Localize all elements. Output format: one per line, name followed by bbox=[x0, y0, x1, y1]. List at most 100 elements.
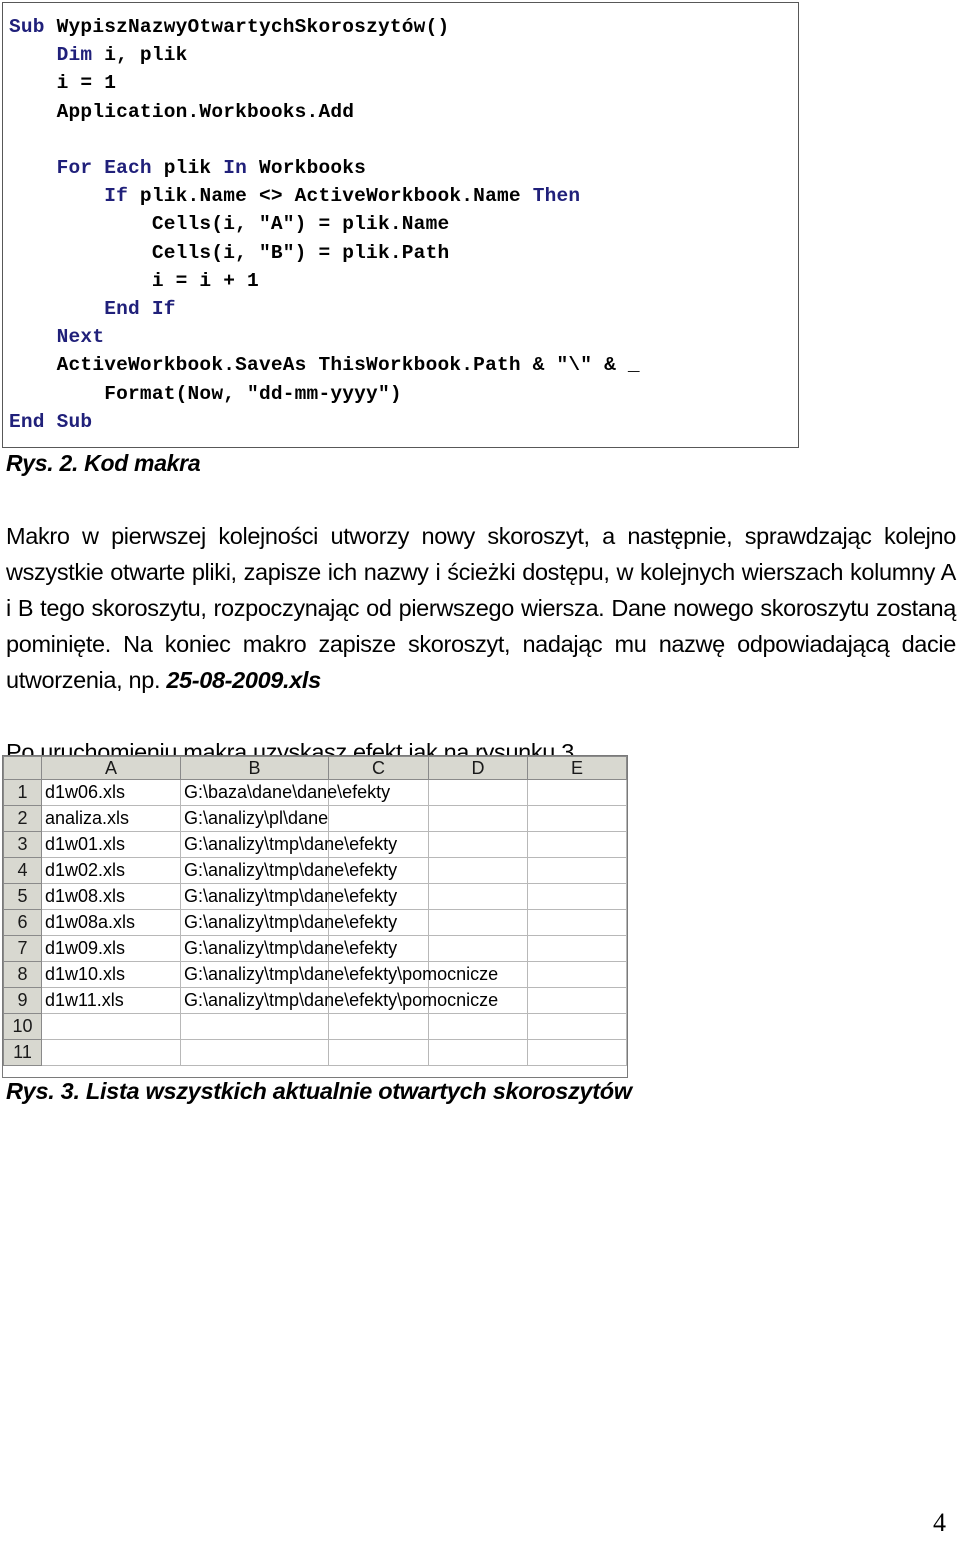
figure-3-caption: Rys. 3. Lista wszystkich aktualnie otwar… bbox=[6, 1078, 632, 1104]
cell-text: G:\analizy\tmp\dane\efekty bbox=[184, 938, 398, 958]
corner-cell[interactable] bbox=[3, 756, 42, 780]
cell-E7[interactable] bbox=[527, 935, 627, 962]
sheet-row: 10 bbox=[3, 1013, 627, 1040]
cell-A3[interactable]: d1w01.xls bbox=[41, 831, 181, 858]
row-header-4[interactable]: 4 bbox=[3, 857, 42, 884]
cell-A2[interactable]: analiza.xls bbox=[41, 805, 181, 832]
cell-A10[interactable] bbox=[41, 1013, 181, 1040]
cell-B7[interactable]: G:\analizy\tmp\dane\efekty bbox=[180, 935, 397, 962]
code-line: i = 1 bbox=[56, 72, 117, 95]
row-header-11[interactable]: 11 bbox=[3, 1039, 42, 1066]
code-line: For Each plik In Workbooks bbox=[56, 157, 367, 179]
sheet-row: 3 d1w01.xls G:\analizy\tmp\dane\efekty bbox=[3, 831, 627, 858]
cell-A8[interactable]: d1w10.xls bbox=[41, 961, 181, 988]
macro-code-figure: Sub WypiszNazwyOtwartychSkoroszytów() Di… bbox=[2, 2, 799, 448]
cell-B8[interactable]: G:\analizy\tmp\dane\efekty\pomocnicze bbox=[180, 961, 498, 988]
cell-C11[interactable] bbox=[328, 1039, 429, 1066]
cell-A7[interactable]: d1w09.xls bbox=[41, 935, 181, 962]
cell-D7[interactable] bbox=[428, 935, 528, 962]
cell-B11[interactable] bbox=[180, 1039, 329, 1066]
cell-D4[interactable] bbox=[428, 857, 528, 884]
cell-B9[interactable]: G:\analizy\tmp\dane\efekty\pomocnicze bbox=[180, 987, 498, 1014]
cell-A6[interactable]: d1w08a.xls bbox=[41, 909, 181, 936]
cell-C2[interactable] bbox=[328, 805, 429, 832]
cell-A4[interactable]: d1w02.xls bbox=[41, 857, 181, 884]
sheet-row: 2 analiza.xls G:\analizy\pl\dane bbox=[3, 805, 627, 832]
column-header-d[interactable]: D bbox=[428, 756, 528, 780]
row-header-3[interactable]: 3 bbox=[3, 831, 42, 858]
cell-B10[interactable] bbox=[180, 1013, 329, 1040]
cell-text: G:\baza\dane\dane\efekty bbox=[184, 782, 391, 802]
code-line: End If bbox=[9, 298, 176, 320]
row-header-2[interactable]: 2 bbox=[3, 805, 42, 832]
cell-D11[interactable] bbox=[428, 1039, 528, 1066]
cell-text: G:\analizy\pl\dane bbox=[184, 808, 329, 828]
cell-E8[interactable] bbox=[527, 961, 627, 988]
cell-B6[interactable]: G:\analizy\tmp\dane\efekty bbox=[180, 909, 397, 936]
code-keyword: End If bbox=[104, 298, 176, 321]
code-line: i = i + 1 bbox=[151, 269, 259, 292]
code-keyword: In bbox=[223, 157, 248, 179]
row-header-7[interactable]: 7 bbox=[3, 935, 42, 962]
code-line: Dim i, plik bbox=[56, 44, 188, 67]
sheet-row: 5 d1w08.xls G:\analizy\tmp\dane\efekty bbox=[3, 883, 627, 910]
cell-B3[interactable]: G:\analizy\tmp\dane\efekty bbox=[180, 831, 397, 858]
cell-B1[interactable]: G:\baza\dane\dane\efekty bbox=[180, 779, 390, 806]
cell-E4[interactable] bbox=[527, 857, 627, 884]
paragraph-macro-description: Makro w pierwszej kolejności utworzy now… bbox=[6, 518, 956, 698]
column-header-b[interactable]: B bbox=[180, 756, 329, 780]
cell-E1[interactable] bbox=[527, 779, 627, 806]
code-line: If plik.Name <> ActiveWorkbook.Name Then bbox=[104, 185, 581, 208]
code-keyword: Dim bbox=[56, 44, 93, 67]
row-header-8[interactable]: 8 bbox=[3, 961, 42, 988]
cell-B4[interactable]: G:\analizy\tmp\dane\efekty bbox=[180, 857, 397, 884]
cell-D1[interactable] bbox=[428, 779, 528, 806]
cell-text: G:\analizy\tmp\dane\efekty bbox=[184, 860, 398, 880]
cell-C10[interactable] bbox=[328, 1013, 429, 1040]
column-header-a[interactable]: A bbox=[41, 756, 181, 780]
cell-E10[interactable] bbox=[527, 1013, 627, 1040]
cell-D6[interactable] bbox=[428, 909, 528, 936]
example-filename: 25-08-2009.xls bbox=[166, 666, 321, 693]
column-header-row: ABCDE bbox=[3, 756, 627, 780]
sheet-row: 1 d1w06.xls G:\baza\dane\dane\efekty bbox=[3, 779, 627, 806]
cell-B5[interactable]: G:\analizy\tmp\dane\efekty bbox=[180, 883, 397, 910]
cell-E6[interactable] bbox=[527, 909, 627, 936]
cell-D5[interactable] bbox=[428, 883, 528, 910]
cell-E9[interactable] bbox=[527, 987, 627, 1014]
row-header-6[interactable]: 6 bbox=[3, 909, 42, 936]
vba-code-listing: Sub WypiszNazwyOtwartychSkoroszytów() Di… bbox=[3, 3, 798, 436]
code-keyword: If bbox=[104, 185, 129, 208]
cell-E5[interactable] bbox=[527, 883, 627, 910]
cell-E3[interactable] bbox=[527, 831, 627, 858]
cell-D3[interactable] bbox=[428, 831, 528, 858]
code-keyword: End Sub bbox=[9, 410, 93, 433]
row-header-5[interactable]: 5 bbox=[3, 883, 42, 910]
cell-B2[interactable]: G:\analizy\pl\dane bbox=[180, 805, 329, 832]
paragraph-text: Makro w pierwszej kolejności utworzy now… bbox=[6, 522, 956, 693]
sheet-row: 6 d1w08a.xls G:\analizy\tmp\dane\efekty bbox=[3, 909, 627, 936]
cell-text: G:\analizy\tmp\dane\efekty bbox=[184, 886, 398, 906]
cell-text: G:\analizy\tmp\dane\efekty bbox=[184, 912, 398, 932]
cell-A9[interactable]: d1w11.xls bbox=[41, 987, 181, 1014]
code-line: Cells(i, "A") = plik.Name bbox=[151, 213, 450, 236]
sheet-row: 8 d1w10.xls G:\analizy\tmp\dane\efekty\pom… bbox=[3, 961, 627, 988]
cell-text: G:\analizy\tmp\dane\efekty\pomocnicze bbox=[184, 990, 499, 1010]
cell-A11[interactable] bbox=[41, 1039, 181, 1066]
cell-A1[interactable]: d1w06.xls bbox=[41, 779, 181, 806]
row-header-9[interactable]: 9 bbox=[3, 987, 42, 1014]
column-header-c[interactable]: C bbox=[328, 756, 429, 780]
code-keyword: Next bbox=[56, 326, 105, 349]
sheet-row: 4 d1w02.xls G:\analizy\tmp\dane\efekty bbox=[3, 857, 627, 884]
row-header-1[interactable]: 1 bbox=[3, 779, 42, 806]
column-header-e[interactable]: E bbox=[527, 756, 627, 780]
row-header-10[interactable]: 10 bbox=[3, 1013, 42, 1040]
code-line: Application.Workbooks.Add bbox=[56, 100, 355, 123]
cell-D2[interactable] bbox=[428, 805, 528, 832]
sheet-row: 11 bbox=[3, 1039, 627, 1066]
cell-E11[interactable] bbox=[527, 1039, 627, 1066]
cell-D10[interactable] bbox=[428, 1013, 528, 1040]
cell-E2[interactable] bbox=[527, 805, 627, 832]
cell-A5[interactable]: d1w08.xls bbox=[41, 883, 181, 910]
sheet-row: 7 d1w09.xls G:\analizy\tmp\dane\efekty bbox=[3, 935, 627, 962]
